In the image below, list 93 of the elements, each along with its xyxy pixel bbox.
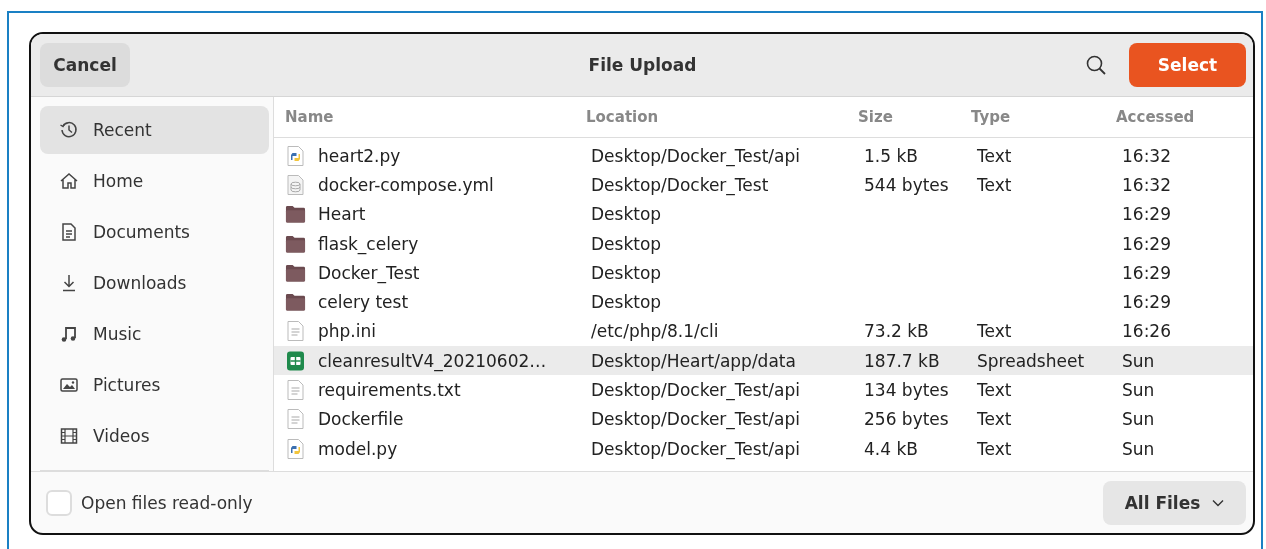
file-name: docker-compose.yml: [318, 174, 494, 195]
file-name: celery test: [318, 292, 409, 313]
read-only-checkbox[interactable]: [46, 489, 72, 516]
file-accessed: Sun: [1122, 409, 1155, 430]
column-header[interactable]: Size: [858, 108, 971, 126]
dialog-title: File Upload: [587, 55, 698, 75]
file-type: Text: [977, 321, 1012, 342]
database-file-icon: [285, 173, 306, 196]
file-type: Text: [977, 438, 1012, 459]
text-file-icon: [285, 320, 306, 343]
file-name: php.ini: [318, 321, 376, 342]
spreadsheet-icon: [285, 349, 306, 372]
file-location: Desktop: [591, 204, 662, 225]
file-size: 134 bytes: [864, 380, 949, 400]
file-location: Desktop: [591, 262, 662, 283]
python-file-icon: [285, 144, 306, 167]
file-type: Text: [977, 174, 1012, 195]
file-filter-dropdown[interactable]: All Files: [1103, 480, 1246, 525]
sidebar-item[interactable]: Pictures: [40, 361, 269, 409]
file-name: cleanresultV4_20210602…: [318, 350, 547, 371]
file-location: Desktop/Docker_Test/api: [591, 438, 800, 459]
file-location: Desktop/Heart/app/data: [591, 350, 796, 371]
file-location: Desktop/Docker_Test: [591, 174, 769, 195]
folder-icon: [285, 291, 306, 314]
film-icon: [59, 426, 79, 446]
file-name: Heart: [318, 204, 366, 225]
file-type: Spreadsheet: [977, 350, 1085, 371]
cancel-button[interactable]: Cancel: [40, 43, 130, 87]
home-icon: [59, 171, 79, 191]
file-row[interactable]: Heart Desktop 16:29: [274, 199, 1253, 229]
file-location: Desktop/Docker_Test/api: [591, 380, 800, 400]
file-row[interactable]: Dockerfile Desktop/Docker_Test/api 256 bytes Text Sun: [274, 404, 1253, 434]
file-type: Text: [977, 409, 1012, 430]
text-file-icon: [285, 408, 306, 431]
file-accessed: 16:26: [1122, 321, 1171, 342]
file-accessed: 16:29: [1122, 292, 1171, 313]
column-header[interactable]: Location: [580, 108, 858, 126]
file-row[interactable]: php.ini /etc/php/8.1/cli 73.2 kB Text 16:26: [274, 316, 1253, 347]
column-header[interactable]: Type: [971, 108, 1116, 126]
file-row[interactable]: flask_celery Desktop 16:29: [274, 228, 1253, 259]
read-only-label: Open files read-only: [81, 492, 253, 513]
file-location: /etc/php/8.1/cli: [591, 321, 719, 342]
file-location: Desktop/Docker_Test/api: [591, 409, 800, 430]
file-accessed: 16:32: [1122, 174, 1171, 195]
sidebar-item[interactable]: Downloads: [40, 259, 269, 307]
sidebar-item[interactable]: Recent: [40, 106, 269, 154]
file-name: model.py: [318, 438, 398, 459]
file-name: Dockerfile: [318, 409, 404, 430]
sidebar-item[interactable]: Music: [40, 310, 269, 358]
music-note-icon: [59, 324, 79, 344]
file-size: 544 bytes: [864, 174, 949, 195]
file-location: Desktop/Docker_Test/api: [591, 145, 800, 166]
sidebar-item[interactable]: Videos: [40, 412, 269, 460]
search-icon[interactable]: [1085, 54, 1107, 76]
file-accessed: Sun: [1122, 380, 1155, 400]
file-name: heart2.py: [318, 145, 401, 166]
file-type: Text: [977, 145, 1012, 166]
file-size: 256 bytes: [864, 409, 949, 430]
column-header[interactable]: Accessed: [1116, 108, 1253, 126]
file-name: requirements.txt: [318, 380, 461, 400]
file-size: 187.7 kB: [864, 350, 940, 371]
file-type: Text: [977, 380, 1012, 400]
file-size: 1.5 kB: [864, 145, 918, 166]
file-size: 4.4 kB: [864, 438, 918, 459]
folder-icon: [285, 203, 306, 226]
column-header[interactable]: Name: [274, 108, 580, 126]
text-file-icon: [285, 379, 306, 401]
file-accessed: 16:29: [1122, 233, 1171, 254]
clock-icon: [59, 120, 79, 140]
file-location: Desktop: [591, 292, 662, 313]
file-location: Desktop: [591, 233, 662, 254]
file-row[interactable]: docker-compose.yml Desktop/Docker_Test 544 bytes Text 16:32: [274, 170, 1253, 200]
file-row[interactable]: cleanresultV4_20210602… Desktop/Heart/app/data 187.7 kB Spreadsheet Sun: [274, 346, 1253, 376]
file-row[interactable]: heart2.py Desktop/Docker_Test/api 1.5 kB Text 16:32: [274, 141, 1253, 171]
file-size: 73.2 kB: [864, 321, 929, 342]
file-row[interactable]: Docker_Test Desktop 16:29: [274, 258, 1253, 288]
file-accessed: 16:32: [1122, 145, 1171, 166]
file-accessed: 16:29: [1122, 204, 1171, 225]
sidebar-item[interactable]: Documents: [40, 208, 269, 256]
sidebar-item[interactable]: Home: [40, 157, 269, 205]
file-row[interactable]: model.py Desktop/Docker_Test/api 4.4 kB Text Sun: [274, 433, 1253, 464]
file-accessed: Sun: [1122, 350, 1155, 371]
python-file-icon: [285, 437, 306, 460]
file-name: flask_celery: [318, 233, 419, 254]
file-row[interactable]: requirements.txt Desktop/Docker_Test/api 134 bytes Text Sun: [274, 375, 1253, 405]
file-row[interactable]: celery test Desktop 16:29: [274, 287, 1253, 317]
file-accessed: 16:29: [1122, 262, 1171, 283]
select-button[interactable]: Select: [1129, 43, 1246, 87]
file-name: Docker_Test: [318, 262, 420, 283]
file-accessed: Sun: [1122, 438, 1155, 459]
caret-icon: [1212, 498, 1225, 507]
picture-icon: [59, 375, 79, 395]
document-icon: [59, 222, 79, 242]
